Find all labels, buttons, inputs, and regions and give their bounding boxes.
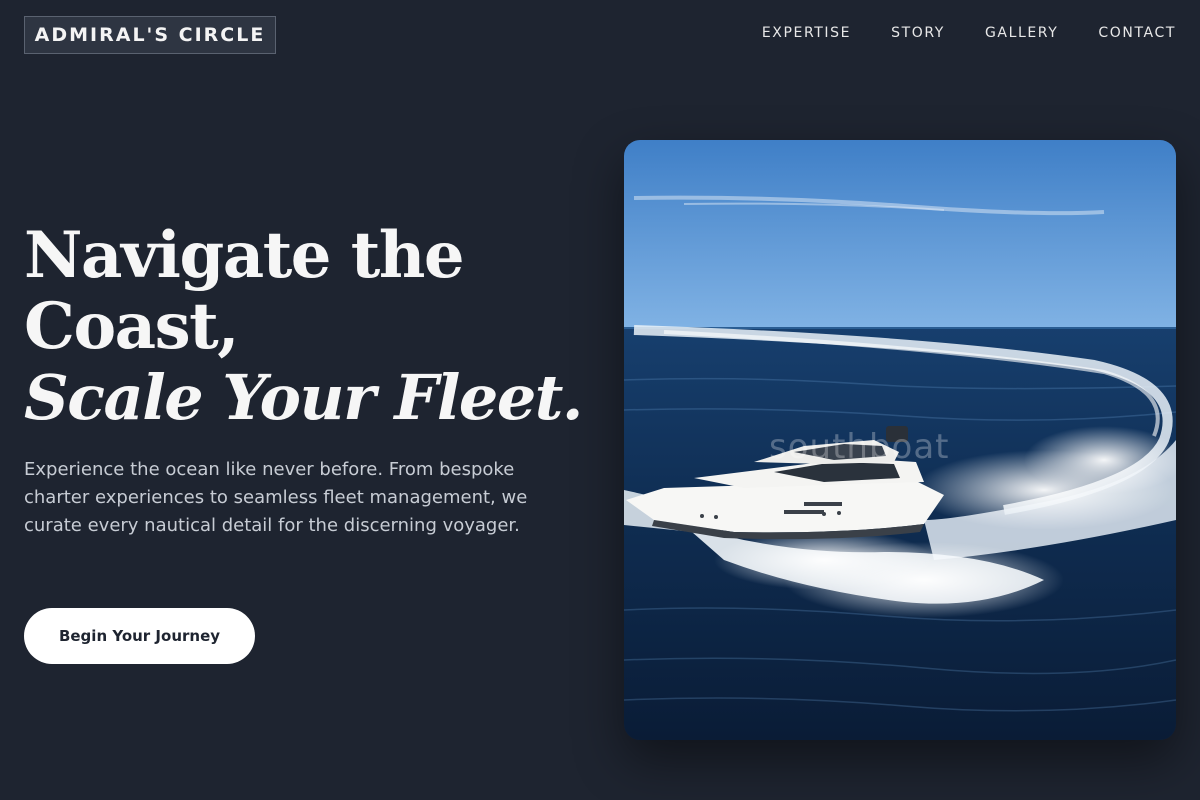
hero-description: Experience the ocean like never before. … (24, 459, 528, 536)
photo-watermark: southboat (769, 427, 950, 467)
nav-item-story[interactable]: STORY (891, 25, 945, 41)
headline-line-1: Navigate the (24, 218, 465, 293)
hero-headline: Navigate the Coast, Scale Your Fleet. (24, 218, 584, 434)
brand-logo[interactable]: ADMIRAL'S CIRCLE (24, 16, 276, 54)
hero-yacht-image: southboat (624, 140, 1176, 740)
nav-item-gallery[interactable]: GALLERY (985, 25, 1058, 41)
nav-item-expertise[interactable]: EXPERTISE (762, 25, 851, 41)
headline-line-3: Scale Your Fleet. (24, 361, 584, 434)
begin-journey-button[interactable]: Begin Your Journey (24, 608, 255, 664)
headline-line-2: Coast, (24, 289, 239, 364)
nav-item-contact[interactable]: CONTACT (1098, 25, 1176, 41)
main-nav: EXPERTISE STORY GALLERY CONTACT (762, 25, 1176, 41)
